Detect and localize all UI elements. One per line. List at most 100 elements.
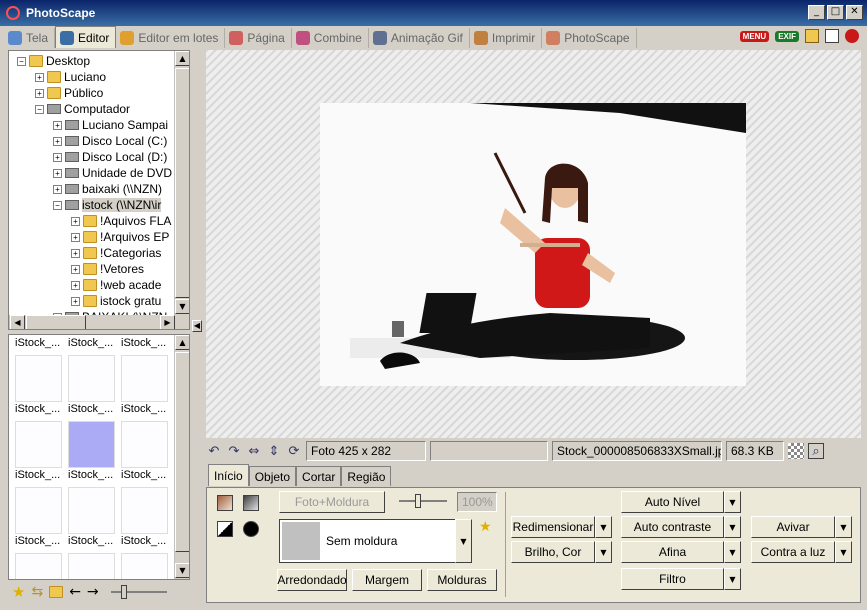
foto-moldura-button[interactable]: Foto+Moldura xyxy=(279,491,385,513)
tab-animacao-gif[interactable]: Animação Gif xyxy=(369,28,470,48)
open-folder-icon[interactable] xyxy=(49,586,64,598)
transparency-checker-icon[interactable] xyxy=(788,443,804,459)
afina-dropdown-icon[interactable]: ▼ xyxy=(724,541,741,563)
forward-icon[interactable]: → xyxy=(87,584,99,600)
expand-toggle-icon[interactable]: − xyxy=(17,56,26,66)
zoom-fit-icon[interactable]: ⌕ xyxy=(808,443,824,459)
collapse-panel-icon[interactable]: ◀ xyxy=(192,320,202,332)
tree-item[interactable]: + !web acade xyxy=(71,277,161,293)
scroll-right-icon[interactable]: ▶ xyxy=(160,315,175,329)
tab-imprimir[interactable]: Imprimir xyxy=(470,28,543,48)
tab-editor[interactable]: Editor xyxy=(55,26,117,48)
thumbnail[interactable] xyxy=(15,553,62,579)
scroll-down-icon[interactable]: ▼ xyxy=(175,299,189,314)
flip-horizontal-icon[interactable]: ⇔ xyxy=(246,443,262,459)
tree-item[interactable]: + istock gratu xyxy=(71,293,161,309)
margem-button[interactable]: Margem xyxy=(352,569,422,591)
auto-contraste-dropdown-icon[interactable]: ▼ xyxy=(724,516,741,538)
expand-toggle-icon[interactable]: + xyxy=(71,248,80,258)
expand-toggle-icon[interactable]: + xyxy=(71,264,80,274)
tree-item[interactable]: − istock (\\NZN\ir xyxy=(53,197,162,213)
tree-item[interactable]: + baixaki (\\NZN) xyxy=(53,181,162,197)
thumbnail[interactable] xyxy=(68,355,115,402)
maximize-button[interactable]: □ xyxy=(827,5,844,20)
favorite-frame-star-icon[interactable]: ★ xyxy=(479,519,492,535)
tree-item[interactable]: + !Arquivos EP xyxy=(71,229,169,245)
expand-toggle-icon[interactable]: + xyxy=(71,296,80,306)
h-scrollbar-thumb[interactable] xyxy=(26,315,86,329)
thumbnail[interactable] xyxy=(68,421,115,468)
refresh-folder-icon[interactable]: ⇆ xyxy=(31,584,43,600)
auto-nivel-button[interactable]: Auto Nível xyxy=(621,491,724,513)
flip-vertical-icon[interactable]: ⇕ xyxy=(266,443,282,459)
expand-toggle-icon[interactable]: + xyxy=(53,168,62,178)
thumbnail[interactable] xyxy=(68,553,115,579)
thumbs-vertical-scrollbar[interactable]: ▲ ▼ xyxy=(174,335,189,579)
tab-editor-em-lotes[interactable]: Editor em lotes xyxy=(116,28,226,48)
thumbnail[interactable] xyxy=(15,487,62,534)
back-icon[interactable]: ← xyxy=(69,584,81,600)
tree-item[interactable]: − Computador xyxy=(35,101,130,117)
avivar-dropdown-icon[interactable]: ▼ xyxy=(835,516,852,538)
image-viewer[interactable] xyxy=(206,50,861,438)
tree-item[interactable]: + Público xyxy=(35,85,103,101)
arredondado-button[interactable]: Arredondado xyxy=(277,569,347,591)
expand-toggle-icon[interactable]: + xyxy=(53,120,62,130)
thumbs-scrollbar-thumb[interactable] xyxy=(175,352,189,552)
thumbnail-size-slider[interactable] xyxy=(110,585,167,599)
expand-toggle-icon[interactable]: − xyxy=(53,200,62,210)
exif-button[interactable]: EXIF xyxy=(775,30,799,42)
molduras-button[interactable]: Molduras xyxy=(427,569,497,591)
tree-item[interactable]: + !Vetores xyxy=(71,261,144,277)
redimensionar-button[interactable]: Redimensionar xyxy=(511,516,595,538)
rotate-left-icon[interactable]: ↶ xyxy=(206,443,222,459)
redimensionar-dropdown-icon[interactable]: ▼ xyxy=(595,516,612,538)
contra-a-luz-dropdown-icon[interactable]: ▼ xyxy=(835,541,852,563)
expand-toggle-icon[interactable]: + xyxy=(35,72,44,82)
thumbnail[interactable] xyxy=(15,355,62,402)
thumbnail[interactable] xyxy=(121,487,168,534)
negative-swatch-icon[interactable] xyxy=(243,521,259,537)
frame-selector[interactable]: Sem moldura xyxy=(279,519,471,563)
star-icon[interactable]: ★ xyxy=(12,583,25,601)
contra-a-luz-button[interactable]: Contra a luz xyxy=(751,541,835,563)
thumbnail[interactable] xyxy=(121,421,168,468)
copy-icon[interactable] xyxy=(825,29,839,43)
expand-toggle-icon[interactable]: + xyxy=(71,216,80,226)
tree-item[interactable]: + Luciano Sampai xyxy=(53,117,168,133)
frame-size-slider[interactable] xyxy=(399,494,447,508)
tree-item[interactable]: − Desktop xyxy=(17,53,90,69)
sepia-swatch-icon[interactable] xyxy=(217,495,233,511)
thumbnail[interactable] xyxy=(121,553,168,579)
folder-open-icon[interactable] xyxy=(805,29,819,43)
frame-dropdown-arrow-icon[interactable]: ▼ xyxy=(455,519,472,563)
scrollbar-thumb[interactable] xyxy=(175,68,189,298)
expand-toggle-icon[interactable]: + xyxy=(71,232,80,242)
minimize-button[interactable]: _ xyxy=(808,5,825,20)
brilho-cor-dropdown-icon[interactable]: ▼ xyxy=(595,541,612,563)
expand-toggle-icon[interactable]: + xyxy=(53,136,62,146)
expand-toggle-icon[interactable]: + xyxy=(35,88,44,98)
tab-inicio[interactable]: Início xyxy=(208,464,249,486)
thumbs-scroll-up-icon[interactable]: ▲ xyxy=(175,335,189,350)
tab-pagina[interactable]: Página xyxy=(225,28,292,48)
tab-photoscape[interactable]: PhotoScape xyxy=(542,28,637,48)
scroll-left-icon[interactable]: ◀ xyxy=(10,315,25,329)
thumbnail[interactable] xyxy=(121,355,168,402)
expand-toggle-icon[interactable]: + xyxy=(71,280,80,290)
help-icon[interactable] xyxy=(845,29,859,43)
scroll-up-icon[interactable]: ▲ xyxy=(175,51,189,66)
tree-item[interactable]: + !Aquivos FLA xyxy=(71,213,171,229)
tab-combine[interactable]: Combine xyxy=(292,28,369,48)
tree-item[interactable]: + Unidade de DVD xyxy=(53,165,172,181)
black-white-swatch-icon[interactable] xyxy=(217,521,233,537)
afina-button[interactable]: Afina xyxy=(621,541,724,563)
expand-toggle-icon[interactable]: + xyxy=(53,184,62,194)
close-button[interactable]: ✕ xyxy=(846,5,863,20)
tree-item[interactable]: + !Categorias xyxy=(71,245,161,261)
tree-vertical-scrollbar[interactable]: ▲ ▼ xyxy=(174,51,189,315)
thumbnail[interactable] xyxy=(15,421,62,468)
tree-item[interactable]: + Luciano xyxy=(35,69,106,85)
tab-regiao[interactable]: Região xyxy=(341,466,392,486)
auto-nivel-dropdown-icon[interactable]: ▼ xyxy=(724,491,741,513)
